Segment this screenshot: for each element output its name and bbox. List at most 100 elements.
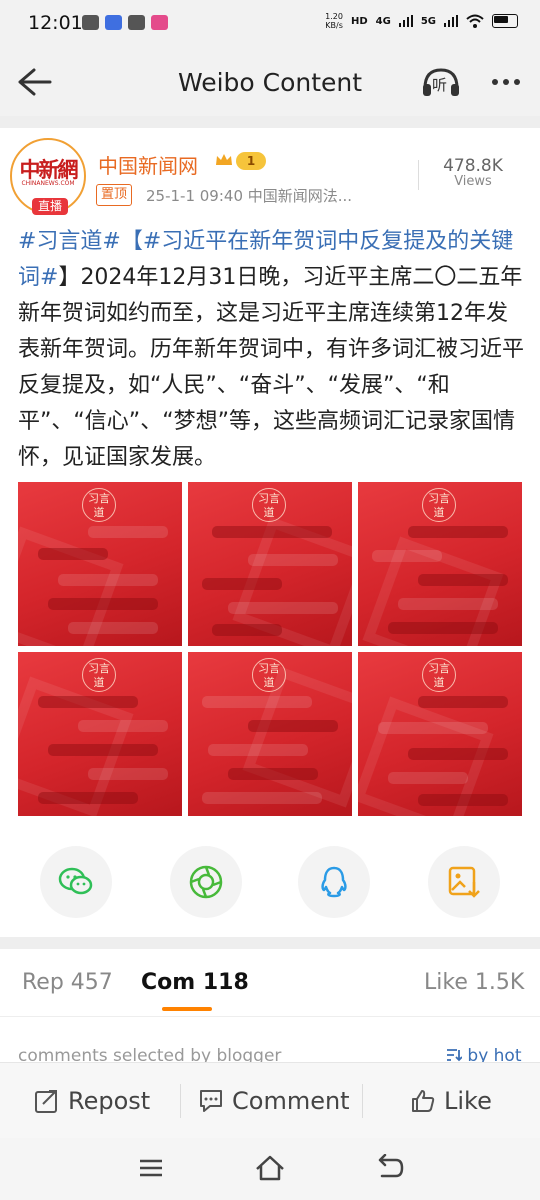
back-nav-icon[interactable] (376, 1154, 404, 1182)
image-seal: 习言道 (252, 488, 286, 522)
signal-4g: 4G (375, 15, 391, 27)
wechat-icon (82, 15, 99, 30)
post-image[interactable]: 习言道 (358, 652, 522, 816)
status-right-icons: 1.20 KB/s HD 4G 5G (325, 12, 518, 30)
avatar-subtext: CHINANEWS.COM (21, 180, 75, 187)
menu-icon[interactable] (138, 1154, 164, 1182)
image-text-bubble (202, 696, 312, 708)
image-text-bubble (58, 574, 158, 586)
moments-share-button[interactable] (170, 846, 242, 918)
post-image[interactable]: 习言道 (188, 482, 352, 646)
wifi-icon (466, 14, 484, 28)
image-text-bubble (378, 722, 488, 734)
image-text-bubble (248, 554, 338, 566)
signal-bars-icon (398, 15, 413, 27)
image-text-bubble (418, 794, 508, 806)
more-options-icon[interactable] (486, 64, 526, 100)
image-text-bubble (248, 720, 338, 732)
image-text-bubble (228, 768, 318, 780)
image-text-bubble (48, 744, 158, 756)
image-seal: 习言道 (82, 488, 116, 522)
image-text-bubble (228, 602, 338, 614)
repost-button[interactable]: Repost (34, 1084, 150, 1118)
author-avatar[interactable]: 中新網 CHINANEWS.COM 直播 (10, 138, 86, 215)
image-text-bubble (408, 748, 508, 760)
post-image[interactable]: 习言道 (18, 652, 182, 816)
image-text-bubble (88, 768, 168, 780)
battery-icon (492, 14, 518, 28)
like-button[interactable]: Like (410, 1084, 492, 1118)
post-text: #习言道#【#习近平在新年贺词中反复提及的关键词#】2024年12月31日晚，习… (18, 224, 528, 476)
author-name[interactable]: 中国新闻网 (98, 150, 198, 179)
image-text-bubble (398, 598, 498, 610)
image-text-bubble (88, 526, 168, 538)
active-tab-indicator (162, 1007, 212, 1011)
views-count: 478.8K (443, 156, 503, 176)
weibo-post-screen: 12:01 1.20 KB/s HD 4G 5G Weibo Content 听… (0, 0, 540, 1200)
status-app-icons (82, 15, 168, 30)
post-meta: 25-1-1 09:40 中国新闻网法... (146, 187, 353, 205)
repost-label: Repost (68, 1087, 151, 1115)
app-icon-pink (151, 15, 168, 30)
image-text-bubble (208, 744, 308, 756)
mail-icon (128, 15, 145, 30)
image-seal: 习言道 (422, 658, 456, 692)
image-text-bubble (202, 792, 322, 804)
image-text-bubble (202, 578, 282, 590)
listen-label: 听 (432, 76, 448, 94)
views-label: Views (454, 174, 492, 189)
post-image[interactable]: 习言道 (188, 652, 352, 816)
image-seal: 习言道 (252, 658, 286, 692)
post-body: 】2024年12月31日晚，习近平主席二〇二五年新年贺词如约而至，这是习近平主席… (18, 265, 525, 470)
image-text-bubble (48, 598, 158, 610)
home-icon[interactable] (254, 1154, 286, 1182)
status-time: 12:01 (28, 12, 83, 34)
divider (0, 116, 540, 128)
status-bar: 12:01 1.20 KB/s HD 4G 5G (0, 0, 540, 46)
qq-share-button[interactable] (298, 846, 370, 918)
hd-indicator: HD (350, 15, 368, 27)
pinned-badge: 置顶 (96, 184, 133, 206)
image-text-bubble (418, 574, 508, 586)
divider (0, 937, 540, 949)
qq-icon (321, 866, 347, 898)
wechat-share-button[interactable] (40, 846, 112, 918)
sort-icon (447, 1049, 463, 1062)
moments-icon (189, 865, 223, 899)
crown-icon (216, 154, 232, 165)
image-text-bubble (38, 548, 108, 560)
image-text-bubble (408, 526, 508, 538)
tab-comments[interactable]: Com 118 (141, 970, 249, 995)
post-image[interactable]: 习言道 (18, 482, 182, 646)
image-text-bubble (212, 526, 332, 538)
repost-icon (35, 1090, 57, 1113)
divider (0, 1016, 540, 1017)
level-badge: 1 (236, 152, 266, 170)
save-image-button[interactable] (428, 846, 500, 918)
image-text-bubble (388, 772, 468, 784)
comment-button[interactable]: Comment (198, 1084, 350, 1118)
listen-button[interactable]: 听 (420, 64, 462, 100)
image-text-bubble (372, 550, 442, 562)
image-seal: 习言道 (82, 658, 116, 692)
image-seal: 习言道 (422, 488, 456, 522)
comment-label: Comment (232, 1087, 350, 1115)
post-image[interactable]: 习言道 (358, 482, 522, 646)
image-text-bubble (78, 720, 168, 732)
image-text-bubble (38, 792, 138, 804)
tab-likes[interactable]: Like 1.5K (424, 970, 524, 995)
app-icon-blue (105, 15, 122, 30)
top-header: Weibo Content 听 (0, 46, 540, 116)
wechat-icon (58, 867, 93, 895)
thumbs-up-icon (412, 1090, 435, 1112)
divider (180, 1084, 181, 1118)
signal-5g: 5G (420, 15, 436, 27)
image-text-bubble (68, 622, 158, 634)
hashtag-link[interactable]: #习言道# (18, 229, 121, 254)
net-speed: 1.20 KB/s (325, 12, 343, 30)
image-text-bubble (418, 696, 508, 708)
divider (362, 1084, 363, 1118)
like-label: Like (444, 1087, 492, 1115)
tab-reposts[interactable]: Rep 457 (22, 970, 113, 995)
image-text-bubble (388, 622, 498, 634)
